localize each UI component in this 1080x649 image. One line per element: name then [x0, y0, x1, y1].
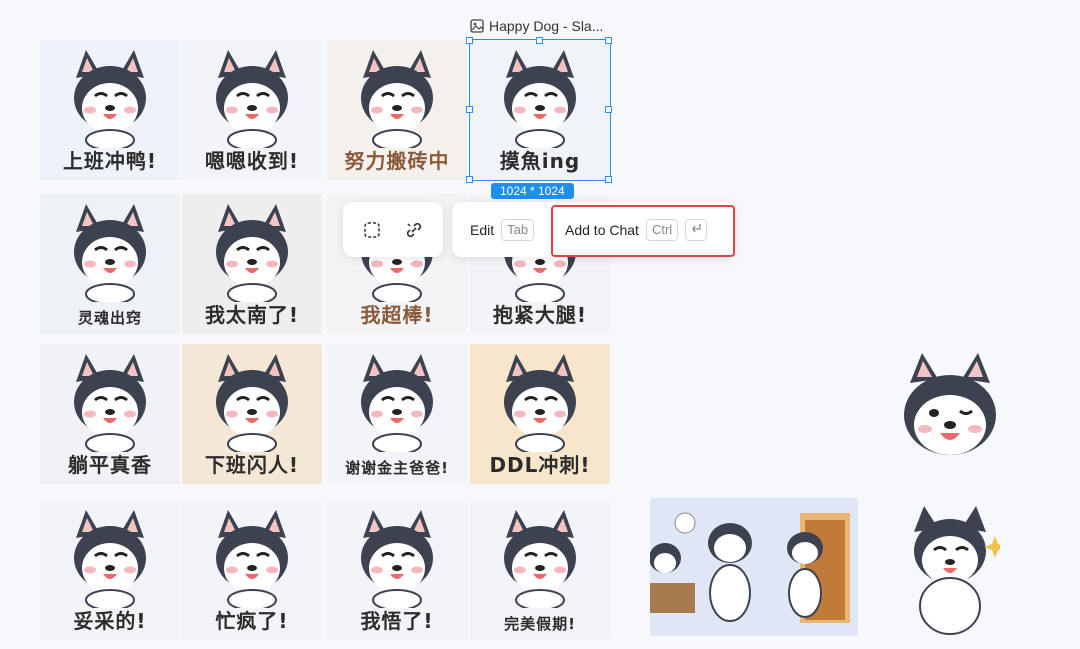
sticker-tile[interactable]: 我太南了!	[182, 194, 322, 334]
husky-illustration	[216, 354, 288, 452]
husky-illustration	[216, 204, 288, 302]
sticker-caption: 下班闪人!	[204, 453, 300, 477]
husky-illustration	[361, 50, 433, 148]
sticker-caption: 抱紧大腿!	[492, 303, 588, 327]
resize-handle-bl[interactable]	[466, 176, 473, 183]
sticker-caption: 我超棒!	[360, 303, 434, 327]
husky-illustration	[74, 50, 146, 148]
sticker-caption: 完美假期!	[504, 615, 576, 633]
resize-handle-tr[interactable]	[605, 37, 612, 44]
edit-label: Edit	[470, 221, 495, 238]
resize-handle-tl[interactable]	[466, 37, 473, 44]
file-title-text: Happy Dog - Sla...	[489, 18, 604, 34]
wink-husky-image[interactable]	[880, 345, 1020, 485]
husky-illustration	[216, 50, 288, 148]
link-tool-button[interactable]	[397, 213, 431, 247]
sticker-tile[interactable]: 嗯嗯收到!	[182, 40, 322, 180]
husky-illustration	[504, 50, 576, 148]
group-husky-image[interactable]	[650, 498, 858, 636]
sticker-tile[interactable]: 我悟了!	[327, 500, 467, 640]
husky-illustration	[74, 510, 146, 608]
husky-illustration	[216, 510, 288, 608]
image-tools-group	[343, 202, 443, 257]
canvas: 上班冲鸭! 嗯嗯收到! 努力搬砖中 摸魚ing 灵魂出窍 我太南了! 我超棒! 抱紧大腿! 躺平…	[0, 0, 1080, 649]
sticker-tile[interactable]: 忙疯了!	[182, 500, 322, 640]
sticker-caption: 谢谢金主爸爸!	[345, 459, 449, 477]
resize-handle-br[interactable]	[605, 176, 612, 183]
file-title: Happy Dog - Sla...	[470, 18, 603, 34]
image-size-badge: 1024 * 1024	[491, 183, 574, 199]
highlight-annotation-box	[551, 205, 735, 257]
image-file-icon	[470, 19, 484, 33]
sticker-tile[interactable]: 努力搬砖中	[327, 40, 467, 180]
sticker-caption: DDL冲刺!	[489, 453, 591, 477]
dashed-select-icon	[364, 221, 380, 238]
chain-link-icon	[406, 222, 422, 237]
husky-illustration	[74, 204, 146, 302]
sticker-tile[interactable]: DDL冲刺!	[470, 344, 610, 484]
sticker-caption: 忙疯了!	[215, 609, 289, 633]
sticker-tile[interactable]: 谢谢金主爸爸!	[327, 344, 467, 484]
sticker-caption: 上班冲鸭!	[62, 149, 158, 173]
resize-handle-tm[interactable]	[536, 37, 543, 44]
edit-button[interactable]: Edit Tab	[470, 202, 535, 257]
sticker-caption: 摸魚ing	[499, 149, 581, 173]
sticker-tile[interactable]: 下班闪人!	[182, 344, 322, 484]
sticker-caption: 我太南了!	[204, 303, 300, 327]
sticker-tile[interactable]: 妥采的!	[40, 500, 180, 640]
resize-handle-ml[interactable]	[466, 106, 473, 113]
sticker-tile[interactable]: 躺平真香	[40, 344, 180, 484]
thumbs-up-husky-image[interactable]	[880, 498, 1020, 638]
husky-illustration	[74, 354, 146, 452]
resize-handle-mr[interactable]	[605, 106, 612, 113]
husky-illustration	[504, 354, 576, 452]
sticker-caption: 嗯嗯收到!	[204, 149, 300, 173]
husky-illustration	[361, 354, 433, 452]
sticker-caption: 我悟了!	[360, 609, 434, 633]
sticker-caption: 努力搬砖中	[344, 149, 450, 173]
sticker-caption: 灵魂出窍	[77, 309, 142, 327]
select-region-button[interactable]	[355, 213, 389, 247]
sticker-tile[interactable]: 灵魂出窍	[40, 194, 180, 334]
husky-illustration	[361, 510, 433, 608]
sticker-tile[interactable]: 完美假期!	[470, 500, 610, 640]
sticker-tile[interactable]: 摸魚ing	[469, 39, 611, 181]
husky-illustration	[504, 510, 576, 608]
sticker-tile[interactable]: 上班冲鸭!	[40, 40, 180, 180]
edit-shortcut-badge: Tab	[501, 218, 535, 241]
sticker-caption: 躺平真香	[68, 453, 152, 477]
sticker-caption: 妥采的!	[73, 609, 147, 633]
